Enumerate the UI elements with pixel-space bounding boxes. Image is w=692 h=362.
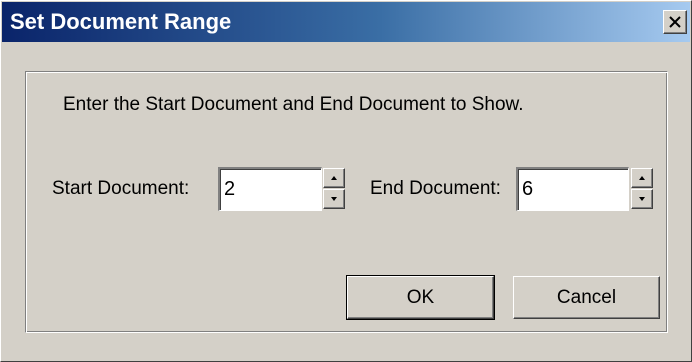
arrow-down-icon [639,197,645,201]
end-document-label: End Document: [370,178,501,199]
end-document-value: 6 [522,178,534,200]
end-document-spin-up[interactable] [631,168,653,188]
end-document-input[interactable]: 6 [516,167,629,211]
start-document-spin-down[interactable] [323,189,345,209]
arrow-up-icon [331,176,337,180]
end-document-spin-down[interactable] [631,189,653,209]
close-icon [669,16,681,28]
start-document-label: Start Document: [52,178,190,199]
cancel-button[interactable]: Cancel [513,276,660,319]
start-document-input[interactable]: 2 [218,167,322,211]
title-bar[interactable]: Set Document Range [2,2,690,42]
arrow-up-icon [639,176,645,180]
start-document-spin-up[interactable] [323,168,345,188]
close-button[interactable] [663,10,687,34]
arrow-down-icon [331,197,337,201]
ok-button[interactable]: OK [346,275,495,320]
dialog-window: Set Document Range Enter the Start Docum… [0,0,692,362]
start-document-value: 2 [224,178,236,200]
instruction-text: Enter the Start Document and End Documen… [63,94,524,115]
dialog-title: Set Document Range [10,9,232,34]
